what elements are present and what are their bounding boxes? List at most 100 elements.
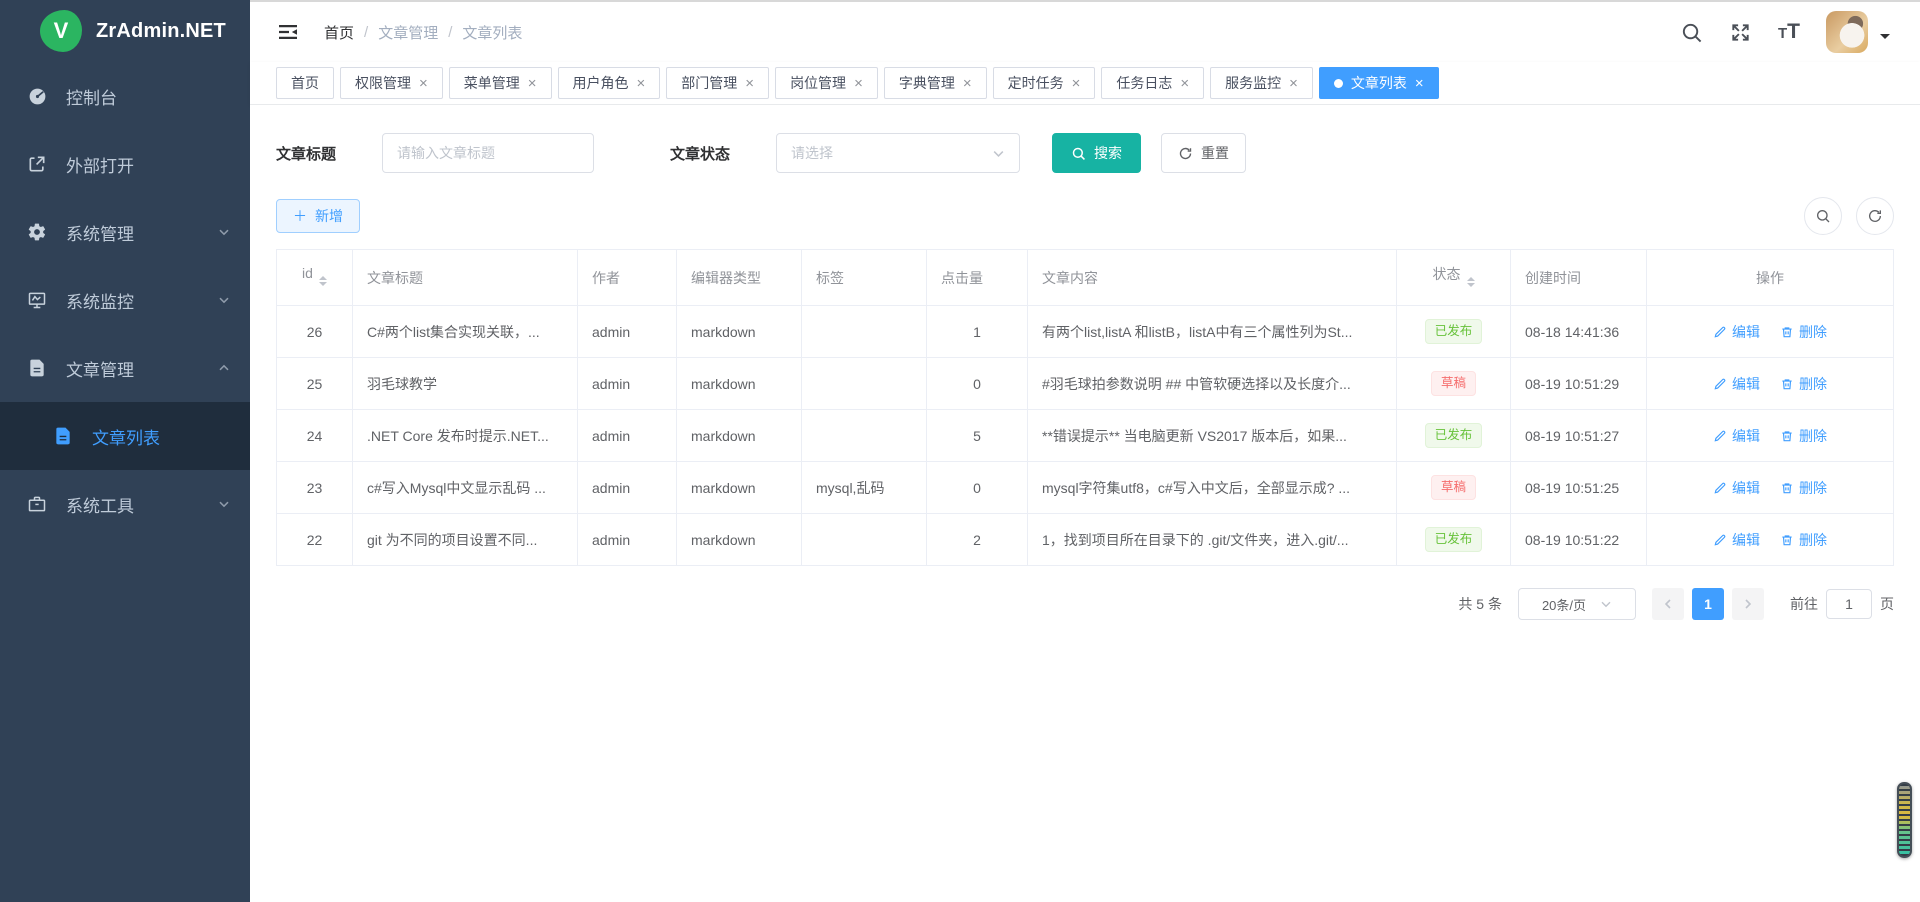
status-badge: 草稿 xyxy=(1431,475,1476,500)
status-badge: 已发布 xyxy=(1425,319,1483,344)
tab-permission[interactable]: 权限管理× xyxy=(340,67,443,99)
edit-button[interactable]: 编辑 xyxy=(1713,530,1760,550)
delete-button[interactable]: 删除 xyxy=(1780,478,1827,498)
next-page-button[interactable] xyxy=(1732,588,1764,620)
tab-menu-manage[interactable]: 菜单管理× xyxy=(449,67,552,99)
tab-article-list[interactable]: 文章列表× xyxy=(1319,67,1439,99)
toggle-search-button[interactable] xyxy=(1804,197,1842,235)
cell-editor: markdown xyxy=(677,514,802,566)
cell-hits: 0 xyxy=(927,358,1028,410)
close-icon[interactable]: × xyxy=(1415,76,1424,91)
tab-home[interactable]: 首页 xyxy=(276,67,334,99)
sidebar-item-article-list[interactable]: 文章列表 xyxy=(0,402,250,470)
cell-id: 25 xyxy=(277,358,353,410)
cell-author: admin xyxy=(578,410,677,462)
tab-post-manage[interactable]: 岗位管理× xyxy=(775,67,878,99)
trash-icon xyxy=(1780,533,1794,547)
font-size-icon[interactable]: TT xyxy=(1778,20,1800,44)
filter-form: 文章标题 文章状态 请选择 搜索 重置 xyxy=(276,133,1894,173)
refresh-icon xyxy=(1867,208,1883,224)
sidebar-item-label: 文章列表 xyxy=(92,424,230,449)
cell-title: .NET Core 发布时提示.NET... xyxy=(353,410,578,462)
tab-department[interactable]: 部门管理× xyxy=(666,67,769,99)
article-title-input[interactable] xyxy=(382,133,594,173)
article-status-select[interactable]: 请选择 xyxy=(776,133,1020,173)
page-number-button[interactable]: 1 xyxy=(1692,588,1724,620)
column-header-id[interactable]: id xyxy=(277,250,353,306)
edit-button[interactable]: 编辑 xyxy=(1713,374,1760,394)
sort-carets-icon[interactable] xyxy=(319,272,327,290)
delete-button[interactable]: 删除 xyxy=(1780,530,1827,550)
reset-button[interactable]: 重置 xyxy=(1161,133,1246,173)
breadcrumb-article-manage: 文章管理 xyxy=(378,22,438,43)
delete-button[interactable]: 删除 xyxy=(1780,426,1827,446)
article-status-label: 文章状态 xyxy=(670,143,730,164)
close-icon[interactable]: × xyxy=(1072,76,1081,91)
close-icon[interactable]: × xyxy=(963,76,972,91)
cell-author: admin xyxy=(578,306,677,358)
close-icon[interactable]: × xyxy=(419,76,428,91)
column-header-title: 文章标题 xyxy=(353,250,578,306)
color-scrollbar-widget[interactable] xyxy=(1897,782,1912,858)
edit-button[interactable]: 编辑 xyxy=(1713,426,1760,446)
sidebar-item-system-tools[interactable]: 系统工具 xyxy=(0,470,250,538)
column-header-created: 创建时间 xyxy=(1511,250,1647,306)
tab-user-role[interactable]: 用户角色× xyxy=(558,67,661,99)
tab-scheduled-task[interactable]: 定时任务× xyxy=(993,67,1096,99)
sidebar-item-dashboard[interactable]: 控制台 xyxy=(0,62,250,130)
dashboard-icon xyxy=(26,85,48,107)
edit-button[interactable]: 编辑 xyxy=(1713,478,1760,498)
tab-task-log[interactable]: 任务日志× xyxy=(1101,67,1204,99)
pencil-icon xyxy=(1713,429,1727,443)
pencil-icon xyxy=(1713,481,1727,495)
fullscreen-icon[interactable] xyxy=(1729,21,1752,44)
topbar: 首页 / 文章管理 / 文章列表 TT xyxy=(250,2,1920,62)
sidebar-collapse-icon[interactable] xyxy=(276,20,300,44)
cell-id: 22 xyxy=(277,514,353,566)
chevron-down-icon xyxy=(218,498,230,510)
breadcrumb-separator: / xyxy=(364,24,368,41)
sidebar-item-article-manage[interactable]: 文章管理 xyxy=(0,334,250,402)
goto-prefix: 前往 xyxy=(1790,594,1818,614)
close-icon[interactable]: × xyxy=(854,76,863,91)
cell-tags xyxy=(802,358,927,410)
goto-page-input[interactable] xyxy=(1826,589,1872,619)
close-icon[interactable]: × xyxy=(1180,76,1189,91)
close-icon[interactable]: × xyxy=(745,76,754,91)
tab-bar: 首页 权限管理× 菜单管理× 用户角色× 部门管理× 岗位管理× 字典管理× 定… xyxy=(250,62,1920,105)
search-button[interactable]: 搜索 xyxy=(1052,133,1141,173)
status-badge: 草稿 xyxy=(1431,371,1476,396)
cell-content: 1，找到项目所在目录下的 .git/文件夹，进入.git/... xyxy=(1028,514,1397,566)
main-area: 首页 / 文章管理 / 文章列表 TT 首页 权限管理× xyxy=(250,0,1920,902)
search-icon[interactable] xyxy=(1680,21,1703,44)
cell-content: **错误提示** 当电脑更新 VS2017 版本后，如果... xyxy=(1028,410,1397,462)
column-header-status[interactable]: 状态 xyxy=(1397,250,1511,306)
sort-carets-icon[interactable] xyxy=(1467,273,1475,291)
trash-icon xyxy=(1780,377,1794,391)
add-button[interactable]: ＋ 新增 xyxy=(276,199,360,233)
delete-button[interactable]: 删除 xyxy=(1780,374,1827,394)
cell-author: admin xyxy=(578,514,677,566)
sidebar-item-system-monitor[interactable]: 系统监控 xyxy=(0,266,250,334)
cell-actions: 编辑 删除 xyxy=(1647,514,1894,566)
close-icon[interactable]: × xyxy=(637,76,646,91)
delete-button[interactable]: 删除 xyxy=(1780,322,1827,342)
edit-button[interactable]: 编辑 xyxy=(1713,322,1760,342)
refresh-table-button[interactable] xyxy=(1856,197,1894,235)
app-logo[interactable]: V ZrAdmin.NET xyxy=(0,0,250,62)
close-icon[interactable]: × xyxy=(1289,76,1298,91)
breadcrumb-home[interactable]: 首页 xyxy=(324,22,354,43)
page-content: 文章标题 文章状态 请选择 搜索 重置 xyxy=(250,105,1920,902)
page-size-select[interactable]: 20条/页 xyxy=(1518,588,1636,620)
trash-icon xyxy=(1780,481,1794,495)
user-avatar[interactable] xyxy=(1826,11,1868,53)
user-menu-caret-icon[interactable] xyxy=(1880,34,1890,44)
close-icon[interactable]: × xyxy=(528,76,537,91)
sidebar-item-system-manage[interactable]: 系统管理 xyxy=(0,198,250,266)
cell-hits: 0 xyxy=(927,462,1028,514)
tab-service-monitor[interactable]: 服务监控× xyxy=(1210,67,1313,99)
cell-title: c#写入Mysql中文显示乱码 ... xyxy=(353,462,578,514)
prev-page-button[interactable] xyxy=(1652,588,1684,620)
sidebar-item-external-open[interactable]: 外部打开 xyxy=(0,130,250,198)
tab-dict-manage[interactable]: 字典管理× xyxy=(884,67,987,99)
